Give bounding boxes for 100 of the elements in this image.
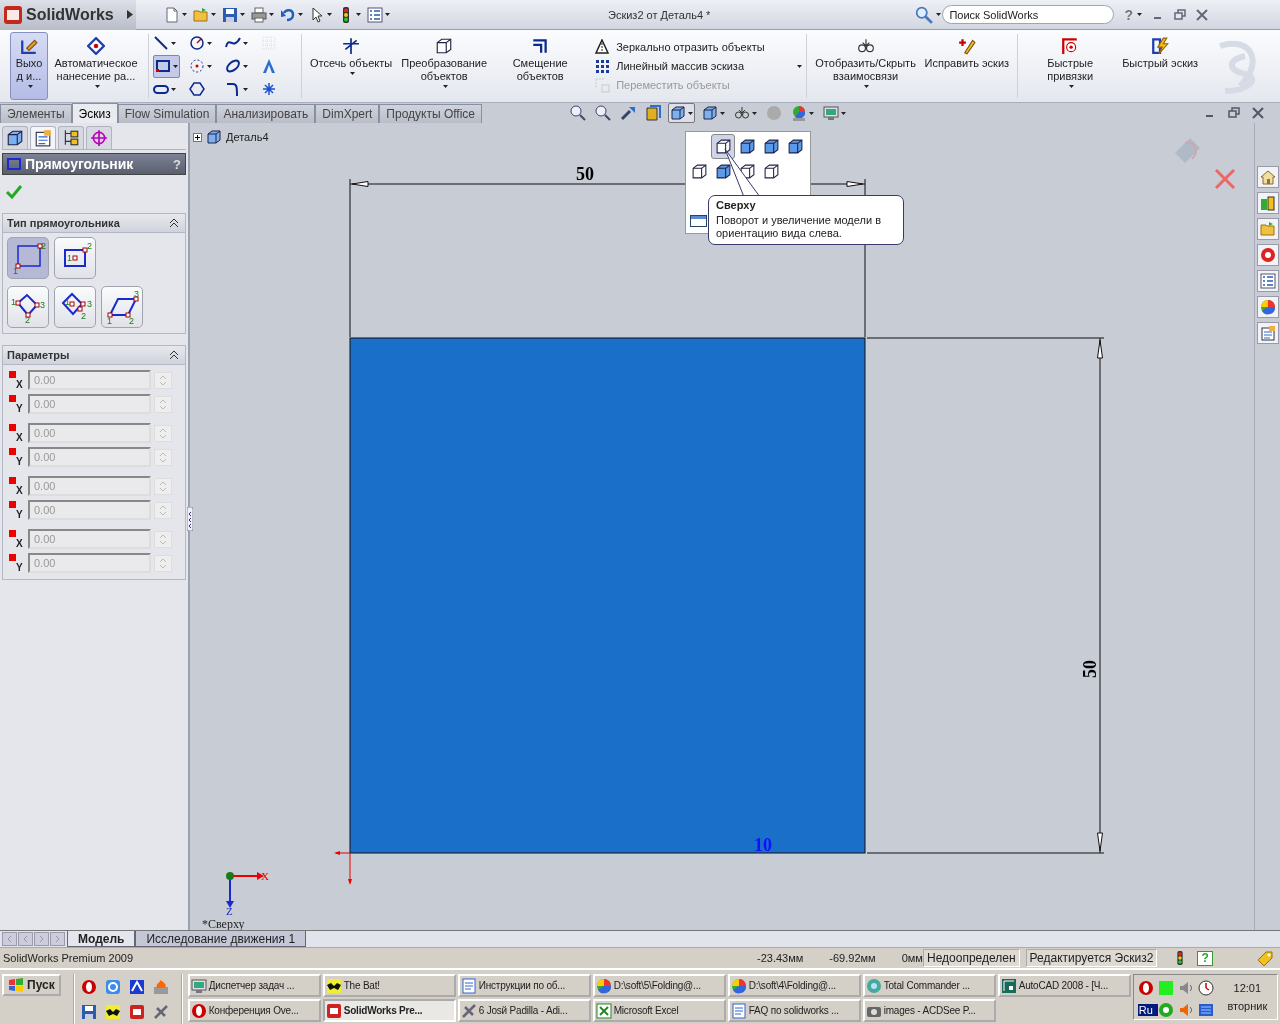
- folder-icon[interactable]: [1259, 221, 1276, 237]
- rectangle-type-option[interactable]: 1 2: [54, 237, 96, 279]
- dimension-value[interactable]: 50: [1080, 660, 1100, 678]
- list-icon[interactable]: [1259, 273, 1276, 289]
- plane-icon[interactable]: [152, 1003, 169, 1020]
- printer-icon[interactable]: [251, 6, 267, 23]
- menu-arrow-icon[interactable]: [127, 10, 133, 19]
- cube-icon[interactable]: [670, 105, 687, 121]
- ribbon-button[interactable]: Преобразование объектов: [396, 32, 493, 100]
- ribbon-button[interactable]: Быстрые привязки: [1022, 32, 1119, 100]
- app-icon[interactable]: [128, 1003, 145, 1020]
- caret-icon[interactable]: [356, 13, 361, 16]
- taskbar-button[interactable]: AutoCAD 2008 - [Ч...: [997, 974, 1131, 997]
- restore-icon[interactable]: [1173, 8, 1186, 21]
- caret-icon[interactable]: [173, 64, 178, 68]
- cad-icon[interactable]: [1000, 977, 1017, 994]
- caret-icon[interactable]: [349, 72, 355, 75]
- help-button[interactable]: ?: [1122, 6, 1135, 23]
- caret-icon[interactable]: [841, 111, 847, 115]
- cursor-icon[interactable]: [309, 6, 325, 23]
- document-icon[interactable]: [460, 977, 477, 994]
- checkmark-icon[interactable]: [5, 184, 23, 200]
- taskbar-button[interactable]: Total Commander ...: [862, 974, 996, 997]
- crosshair-icon[interactable]: [90, 129, 108, 147]
- magnifier-icon[interactable]: [570, 105, 587, 121]
- collapse-icon[interactable]: [169, 218, 179, 228]
- caret-icon[interactable]: [240, 13, 245, 16]
- opera-icon[interactable]: [190, 1002, 207, 1019]
- arrow-icon[interactable]: [620, 105, 637, 121]
- ribbon-button[interactable]: Исправить эскиз: [920, 32, 1014, 100]
- ribbon-tab[interactable]: Flow Simulation: [117, 104, 217, 123]
- cube-icon[interactable]: [690, 163, 708, 180]
- ribbon-button[interactable]: Быстрый эскиз: [1118, 32, 1203, 100]
- ribbon-tab[interactable]: Анализировать: [216, 104, 316, 123]
- cube-icon[interactable]: [786, 138, 804, 155]
- collapse-icon[interactable]: [169, 350, 179, 360]
- search-field[interactable]: Поиск SolidWorks: [942, 5, 1115, 24]
- caret-icon[interactable]: [1136, 13, 1142, 16]
- language-indicator[interactable]: Ru: [1137, 1004, 1158, 1016]
- model-tab[interactable]: Исследование движения 1: [135, 931, 307, 947]
- caret-icon[interactable]: [207, 64, 212, 68]
- dimension-value[interactable]: 50: [576, 164, 594, 184]
- caret-icon[interactable]: [94, 85, 100, 88]
- tree-icon[interactable]: [62, 129, 80, 147]
- browser-icon[interactable]: [104, 978, 121, 995]
- home-icon[interactable]: [1259, 169, 1276, 185]
- document-icon[interactable]: [730, 1002, 747, 1019]
- caret-icon[interactable]: [211, 13, 216, 16]
- taskbar-button[interactable]: D:\soft\5\Folding@...: [592, 974, 726, 997]
- rectangle-type-option[interactable]: 1 2 3: [101, 286, 143, 328]
- caret-icon[interactable]: [171, 41, 176, 45]
- caret-icon[interactable]: [171, 87, 176, 91]
- glasses-icon[interactable]: [734, 105, 751, 121]
- caret-icon[interactable]: [864, 85, 870, 88]
- bat-icon[interactable]: [104, 1003, 121, 1020]
- ribbon-tab[interactable]: Элементы: [0, 104, 72, 123]
- hexagon-icon[interactable]: [189, 81, 205, 97]
- model-tab[interactable]: Модель: [67, 931, 136, 947]
- appearance-icon[interactable]: [1259, 247, 1276, 263]
- ribbon-item[interactable]: Линейный массив эскиза: [594, 58, 765, 74]
- magnifier-icon[interactable]: [595, 105, 612, 121]
- taskbar-button[interactable]: Диспетчер задач ...: [187, 974, 321, 997]
- caret-icon[interactable]: [27, 85, 33, 88]
- start-button[interactable]: Пуск: [2, 974, 61, 996]
- rectangle-type-option[interactable]: 1 2 3: [54, 286, 96, 328]
- undo-icon[interactable]: [280, 6, 296, 23]
- disc-icon[interactable]: [1157, 1002, 1174, 1018]
- monitor-icon[interactable]: [190, 977, 207, 994]
- taskbar-button[interactable]: FAQ по solidworks ...: [727, 999, 861, 1022]
- search-icon[interactable]: [915, 5, 934, 24]
- cube-icon[interactable]: [762, 163, 780, 180]
- taskbar-button[interactable]: Конференция Ove...: [187, 999, 321, 1022]
- caret-icon[interactable]: [327, 13, 332, 16]
- ellipse-icon[interactable]: [225, 58, 241, 74]
- caret-icon[interactable]: [688, 111, 694, 115]
- ribbon-tab[interactable]: Эскиз: [71, 103, 118, 123]
- ribbon-button[interactable]: Отобразить/Скрыть взаимосвязи: [810, 32, 921, 100]
- window-icon[interactable]: [690, 215, 707, 227]
- close-icon[interactable]: [1195, 8, 1208, 21]
- lightning-icon[interactable]: [1151, 37, 1170, 55]
- expand-icon[interactable]: [193, 132, 202, 142]
- ribbon-tab[interactable]: Продукты Office: [379, 104, 483, 123]
- caret-icon[interactable]: [243, 64, 248, 68]
- caret-icon[interactable]: [442, 85, 448, 88]
- opera-icon[interactable]: [1137, 980, 1154, 996]
- cube-icon[interactable]: [714, 163, 732, 180]
- taskbar-button[interactable]: The Bat!: [322, 974, 456, 997]
- library-icon[interactable]: [1259, 195, 1276, 211]
- clipboard-icon[interactable]: [34, 129, 52, 147]
- taskbar-button[interactable]: SolidWorks Pre...: [322, 999, 456, 1022]
- glasses-icon[interactable]: [856, 37, 875, 55]
- ribbon-button[interactable]: Автоматическое нанесение ра...: [48, 32, 144, 100]
- caret-icon[interactable]: [720, 111, 726, 115]
- floppy-icon[interactable]: [222, 6, 238, 23]
- pencil-icon[interactable]: [957, 37, 976, 55]
- ball-icon[interactable]: [1259, 299, 1276, 315]
- mirror-icon[interactable]: [594, 39, 611, 55]
- line-icon[interactable]: [153, 35, 169, 51]
- plane-icon[interactable]: [460, 1002, 477, 1019]
- caret-icon[interactable]: [809, 111, 815, 115]
